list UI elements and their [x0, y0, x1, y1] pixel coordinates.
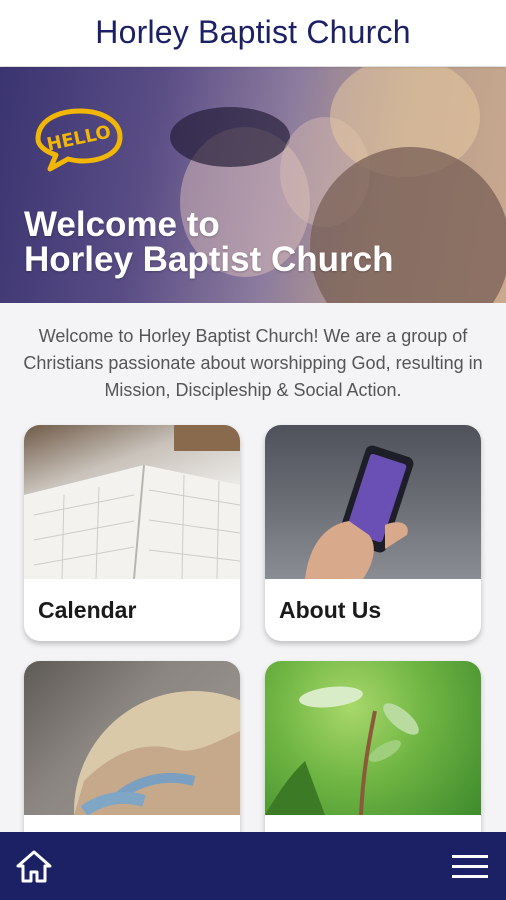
about-us-card[interactable]: About Us — [265, 425, 481, 641]
hero-welcome-heading: Welcome to Horley Baptist Church — [24, 207, 394, 277]
calendar-card-label: Calendar — [38, 596, 137, 623]
home-icon[interactable] — [16, 849, 52, 883]
bottom-navigation-bar — [0, 832, 506, 900]
calendar-card[interactable]: Calendar — [24, 425, 240, 641]
app-title: Horley Baptist Church — [95, 13, 411, 50]
app-header: Horley Baptist Church — [0, 0, 506, 66]
hello-speech-bubble-icon: HELLO — [35, 108, 123, 172]
about-us-image — [265, 425, 481, 579]
globe-illustration — [74, 691, 240, 815]
planner-illustration — [24, 425, 240, 579]
plant-image — [265, 661, 481, 815]
calendar-image — [24, 425, 240, 579]
hero-welcome-line2: Horley Baptist Church — [24, 240, 394, 279]
hello-text: HELLO — [45, 121, 113, 155]
globe-image — [24, 661, 240, 815]
seedling-illustration — [265, 686, 419, 815]
hamburger-menu-icon[interactable] — [452, 854, 488, 880]
hero-welcome-line1: Welcome to — [24, 205, 220, 244]
phone-in-hand-illustration — [305, 445, 414, 579]
intro-paragraph: Welcome to Horley Baptist Church! We are… — [23, 326, 483, 400]
about-us-card-label: About Us — [279, 596, 382, 623]
hero-photo-shape — [170, 107, 290, 167]
hero-banner: HELLO Welcome to Horley Baptist Church — [0, 67, 506, 303]
